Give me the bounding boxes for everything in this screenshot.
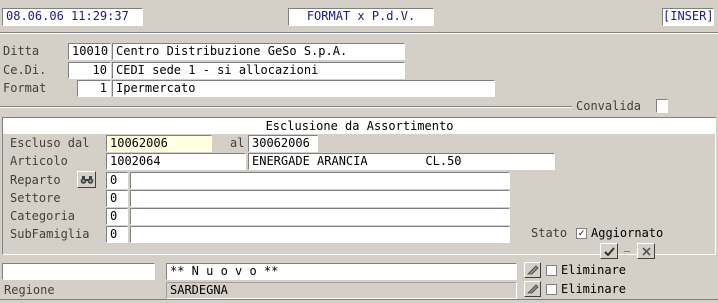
checkmark-icon xyxy=(603,246,615,256)
row2-eliminare-label: Eliminare xyxy=(561,282,627,296)
settore-desc-field xyxy=(130,190,510,207)
articolo-code-field[interactable]: 1002064 xyxy=(106,153,246,170)
regione-label: Regione xyxy=(4,283,55,297)
datetime-text: 08.06.06 11:29:37 xyxy=(6,9,129,23)
pencil-icon xyxy=(526,265,539,275)
close-icon xyxy=(641,246,651,256)
reparto-code-field[interactable]: 0 xyxy=(106,172,128,189)
confirm-button[interactable] xyxy=(600,243,618,259)
bottom-border xyxy=(0,299,718,300)
settore-label: Settore xyxy=(10,191,61,205)
section-title: Esclusione da Assortimento xyxy=(2,117,716,134)
row1-eliminare-label: Eliminare xyxy=(561,263,627,277)
stato-value: Aggiornato xyxy=(591,226,664,240)
section-title-text: Esclusione da Assortimento xyxy=(265,119,454,133)
categoria-label: Categoria xyxy=(10,209,76,223)
nuovo-field: ** N u o v o ** xyxy=(166,263,517,280)
form-title-text: FORMAT x P.d.V. xyxy=(306,9,416,23)
subfamiglia-code-field[interactable]: 0 xyxy=(106,226,128,243)
mode-text: [INSER] xyxy=(663,9,714,23)
subfamiglia-label: SubFamiglia xyxy=(10,227,90,241)
button-separator xyxy=(624,251,630,252)
cedi-label: Ce.Di. xyxy=(3,63,47,77)
cancel-button[interactable] xyxy=(637,243,655,259)
stato-checkbox[interactable]: ✓ xyxy=(576,228,587,239)
row1-edit-button[interactable] xyxy=(524,262,541,278)
subfamiglia-desc-field xyxy=(130,226,510,243)
escluso-dal-field[interactable]: 10062006 xyxy=(106,135,212,152)
datetime-display: 08.06.06 11:29:37 xyxy=(2,8,143,26)
regione-field: SARDEGNA xyxy=(166,282,517,299)
escluso-dal-label: Escluso dal xyxy=(10,136,90,150)
format-name-field: Ipermercato xyxy=(112,80,495,97)
cedi-name-field: CEDI sede 1 - si allocazioni xyxy=(112,62,405,79)
ditta-name-field: Centro Distribuzione GeSo S.p.A. xyxy=(112,43,405,60)
categoria-code-field[interactable]: 0 xyxy=(106,208,128,225)
form-title: FORMAT x P.d.V. xyxy=(288,8,434,26)
stato-label: Stato xyxy=(531,226,568,240)
reparto-desc-field xyxy=(130,172,510,189)
ditta-label: Ditta xyxy=(3,44,40,58)
bottom-left-field[interactable] xyxy=(2,263,155,280)
mode-indicator: [INSER] xyxy=(662,8,714,26)
check-icon: ✓ xyxy=(578,228,585,239)
convalida-label: Convalida xyxy=(576,99,642,113)
format-code-field[interactable]: 1 xyxy=(77,80,111,97)
al-field[interactable]: 30062006 xyxy=(248,135,318,152)
al-label: al xyxy=(230,136,245,150)
cedi-code-field[interactable]: 10 xyxy=(68,62,111,79)
reparto-label: Reparto xyxy=(10,173,61,187)
articolo-desc-field: ENERGADE ARANCIA CL.50 xyxy=(248,153,555,170)
ditta-code-field[interactable]: 10010 xyxy=(68,43,111,60)
binoculars-icon xyxy=(80,175,93,184)
pencil-icon xyxy=(526,284,539,294)
convalida-checkbox[interactable] xyxy=(656,99,668,113)
settore-code-field[interactable]: 0 xyxy=(106,190,128,207)
format-label: Format xyxy=(3,81,47,95)
row2-edit-button[interactable] xyxy=(524,281,541,297)
reparto-search-button[interactable] xyxy=(77,171,96,188)
header-divider xyxy=(0,32,718,34)
convalida-divider xyxy=(0,106,572,108)
row1-eliminare-checkbox[interactable] xyxy=(546,265,557,276)
categoria-desc-field xyxy=(130,208,510,225)
row2-eliminare-checkbox[interactable] xyxy=(546,284,557,295)
articolo-label: Articolo xyxy=(10,154,68,168)
